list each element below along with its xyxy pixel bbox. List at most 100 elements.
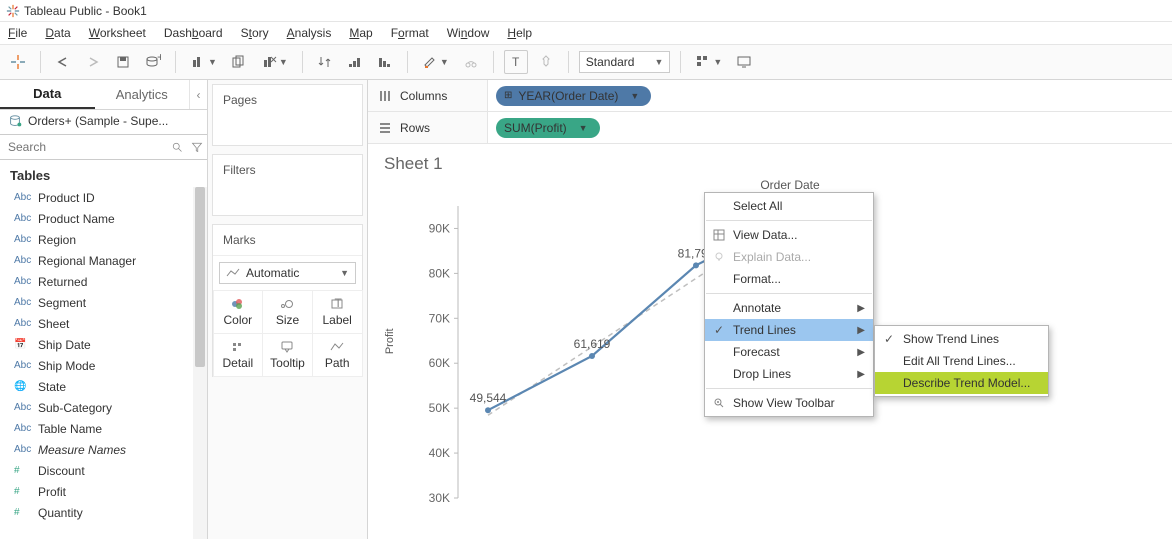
columns-pill-year[interactable]: ⊞YEAR(Order Date)▼ bbox=[496, 86, 651, 106]
filter-icon[interactable] bbox=[191, 141, 203, 153]
highlight-button[interactable]: ▼ bbox=[418, 50, 453, 74]
menu-item-annotate[interactable]: Annotate▶ bbox=[705, 297, 873, 319]
field-segment[interactable]: AbcSegment bbox=[0, 292, 207, 313]
undo-button[interactable] bbox=[51, 50, 75, 74]
field-label: Profit bbox=[38, 485, 66, 499]
menu-item-drop-lines[interactable]: Drop Lines▶ bbox=[705, 363, 873, 385]
menu-story[interactable]: Story bbox=[241, 26, 269, 40]
view-area: Columns ⊞YEAR(Order Date)▼ Rows SUM(Prof… bbox=[368, 80, 1172, 539]
tables-header: Tables bbox=[0, 162, 207, 187]
svg-text:40K: 40K bbox=[429, 446, 450, 460]
svg-text:49,544: 49,544 bbox=[470, 391, 507, 405]
window-title: Tableau Public - Book1 bbox=[24, 4, 147, 18]
redo-button[interactable] bbox=[81, 50, 105, 74]
menu-item-show-view-toolbar[interactable]: Show View Toolbar bbox=[705, 392, 873, 414]
menu-analysis[interactable]: Analysis bbox=[287, 26, 332, 40]
show-me-button[interactable]: ▼ bbox=[691, 50, 726, 74]
context-menu[interactable]: Select AllView Data...Explain Data...For… bbox=[704, 192, 874, 417]
swap-button[interactable] bbox=[313, 50, 337, 74]
menu-format[interactable]: Format bbox=[391, 26, 429, 40]
menu-data[interactable]: Data bbox=[45, 26, 70, 40]
sort-desc-button[interactable] bbox=[373, 50, 397, 74]
mark-type-selector[interactable]: Automatic ▼ bbox=[219, 262, 356, 284]
field-type-icon: 🌐 bbox=[14, 381, 30, 392]
search-icon[interactable] bbox=[171, 141, 183, 153]
sheet-title[interactable]: Sheet 1 bbox=[384, 154, 1156, 174]
marks-tooltip[interactable]: Tooltip bbox=[262, 333, 313, 377]
menu-window[interactable]: Window bbox=[447, 26, 490, 40]
field-sheet[interactable]: AbcSheet bbox=[0, 313, 207, 334]
field-label: Returned bbox=[38, 275, 87, 289]
field-regional-manager[interactable]: AbcRegional Manager bbox=[0, 250, 207, 271]
save-button[interactable] bbox=[111, 50, 135, 74]
field-state[interactable]: 🌐State bbox=[0, 376, 207, 397]
field-type-icon: Abc bbox=[14, 213, 30, 224]
field-quantity[interactable]: #Quantity bbox=[0, 502, 207, 523]
menu-file[interactable]: File bbox=[8, 26, 27, 40]
field-measure-names[interactable]: AbcMeasure Names bbox=[0, 439, 207, 460]
new-worksheet-button[interactable]: ▼ bbox=[186, 50, 221, 74]
filters-shelf[interactable]: Filters bbox=[212, 154, 363, 216]
datasource-row[interactable]: Orders+ (Sample - Supe... bbox=[0, 110, 207, 132]
field-table-name[interactable]: AbcTable Name bbox=[0, 418, 207, 439]
fields-scrollbar[interactable] bbox=[193, 187, 207, 539]
rows-pill-profit[interactable]: SUM(Profit)▼ bbox=[496, 118, 600, 138]
pin-button[interactable] bbox=[534, 50, 558, 74]
field-profit[interactable]: #Profit bbox=[0, 481, 207, 502]
duplicate-button[interactable] bbox=[227, 50, 251, 74]
clear-button[interactable]: ▼ bbox=[257, 50, 292, 74]
tab-analytics[interactable]: Analytics bbox=[95, 80, 190, 109]
menu-dashboard[interactable]: Dashboard bbox=[164, 26, 223, 40]
marks-header: Marks bbox=[213, 225, 362, 256]
field-label: Segment bbox=[38, 296, 86, 310]
field-region[interactable]: AbcRegion bbox=[0, 229, 207, 250]
marks-label[interactable]: TLabel bbox=[312, 290, 363, 334]
menu-item-explain-data[interactable]: Explain Data... bbox=[705, 246, 873, 268]
field-returned[interactable]: AbcReturned bbox=[0, 271, 207, 292]
menu-help[interactable]: Help bbox=[507, 26, 532, 40]
menu-map[interactable]: Map bbox=[349, 26, 372, 40]
rows-label: Rows bbox=[368, 112, 488, 143]
check-icon: ✓ bbox=[881, 332, 897, 346]
field-product-name[interactable]: AbcProduct Name bbox=[0, 208, 207, 229]
menu-item-trend-lines[interactable]: ✓Trend Lines▶ bbox=[705, 319, 873, 341]
menu-item-format[interactable]: Format... bbox=[705, 268, 873, 290]
datasource-name: Orders+ (Sample - Supe... bbox=[28, 114, 168, 128]
group-button[interactable] bbox=[459, 50, 483, 74]
field-sub-category[interactable]: AbcSub-Category bbox=[0, 397, 207, 418]
marks-detail[interactable]: Detail bbox=[213, 333, 264, 377]
menu-item-show-trend-lines[interactable]: ✓Show Trend Lines bbox=[875, 328, 1048, 350]
columns-drop[interactable]: ⊞YEAR(Order Date)▼ bbox=[488, 80, 1172, 111]
menu-item-view-data[interactable]: View Data... bbox=[705, 224, 873, 246]
marks-color[interactable]: Color bbox=[213, 290, 264, 334]
menu-item-select-all[interactable]: Select All bbox=[705, 195, 873, 217]
field-type-icon: Abc bbox=[14, 192, 30, 203]
rows-drop[interactable]: SUM(Profit)▼ bbox=[488, 112, 1172, 143]
tab-data[interactable]: Data bbox=[0, 80, 95, 109]
field-ship-date[interactable]: 📅Ship Date bbox=[0, 334, 207, 355]
tableau-icon[interactable] bbox=[6, 50, 30, 74]
menu-bar[interactable]: File Data Worksheet Dashboard Story Anal… bbox=[0, 22, 1172, 44]
field-ship-mode[interactable]: AbcShip Mode bbox=[0, 355, 207, 376]
zoom-icon bbox=[711, 397, 727, 409]
collapse-pane-button[interactable]: ‹ bbox=[189, 80, 207, 109]
show-labels-button[interactable]: T bbox=[504, 50, 528, 74]
new-datasource-button[interactable]: + bbox=[141, 50, 165, 74]
context-submenu-trendlines[interactable]: ✓Show Trend LinesEdit All Trend Lines...… bbox=[874, 325, 1049, 397]
pages-shelf[interactable]: Pages bbox=[212, 84, 363, 146]
field-product-id[interactable]: AbcProduct ID bbox=[0, 187, 207, 208]
marks-size[interactable]: Size bbox=[262, 290, 313, 334]
menu-worksheet[interactable]: Worksheet bbox=[89, 26, 146, 40]
search-input[interactable] bbox=[4, 137, 167, 157]
field-type-icon: Abc bbox=[14, 402, 30, 413]
menu-item-describe-trend-model[interactable]: Describe Trend Model... bbox=[875, 372, 1048, 394]
sort-asc-button[interactable] bbox=[343, 50, 367, 74]
menu-item-edit-all-trend-lines[interactable]: Edit All Trend Lines... bbox=[875, 350, 1048, 372]
menu-item-forecast[interactable]: Forecast▶ bbox=[705, 341, 873, 363]
field-discount[interactable]: #Discount bbox=[0, 460, 207, 481]
svg-text:50K: 50K bbox=[429, 401, 450, 415]
presentation-mode-button[interactable] bbox=[732, 50, 756, 74]
fit-selector[interactable]: Standard ▼ bbox=[579, 51, 671, 73]
fields-scroll-thumb[interactable] bbox=[195, 187, 205, 367]
marks-path[interactable]: Path bbox=[312, 333, 363, 377]
